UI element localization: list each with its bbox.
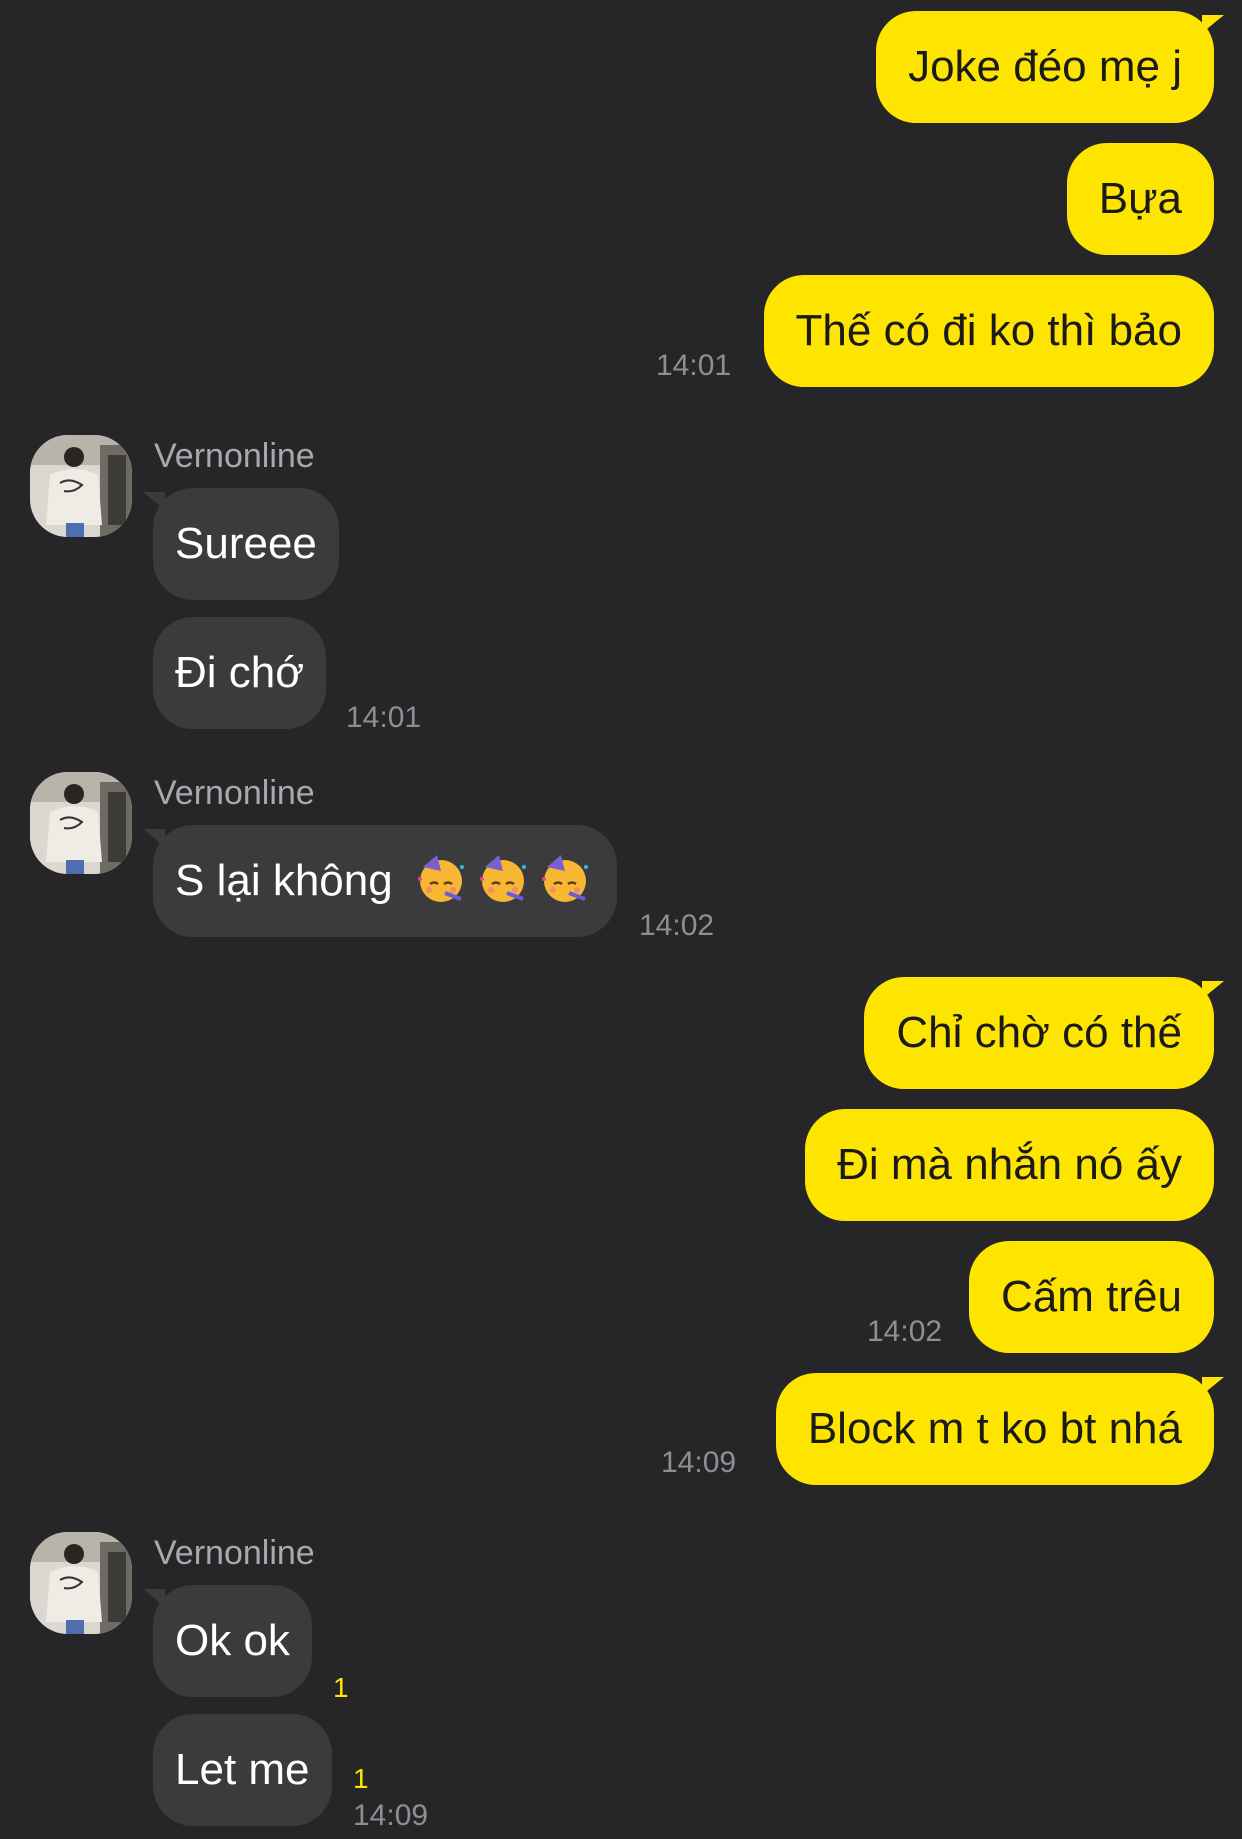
partying-face-emoji-icon bbox=[415, 853, 467, 905]
message-timestamp: 14:09 bbox=[661, 1446, 737, 1479]
message-text: Thế có đi ko thì bảo bbox=[795, 306, 1182, 355]
unread-count: 1 bbox=[353, 1763, 369, 1794]
unread-count: 1 bbox=[333, 1672, 349, 1703]
message-text: Bựa bbox=[1098, 174, 1182, 223]
message-bubble-outgoing[interactable]: Cấm trêu bbox=[969, 1241, 1214, 1353]
message-text: Cấm trêu bbox=[1001, 1272, 1182, 1321]
message-text: Chỉ chờ có thế bbox=[896, 1008, 1182, 1057]
message-text: Ok ok bbox=[175, 1616, 290, 1665]
message-bubble-outgoing[interactable]: Joke đéo mẹ j bbox=[876, 11, 1224, 123]
message-bubble-incoming[interactable]: Ok ok bbox=[143, 1585, 312, 1697]
sender-avatar[interactable] bbox=[30, 772, 132, 874]
message-timestamp: 14:02 bbox=[867, 1315, 943, 1348]
message-timestamp: 14:01 bbox=[346, 701, 422, 734]
message-timestamp: 14:02 bbox=[639, 909, 715, 942]
message-text: S lại không bbox=[175, 856, 393, 905]
message-timestamp: 14:01 bbox=[656, 349, 732, 382]
sender-avatar[interactable] bbox=[30, 1532, 132, 1634]
message-text: Đi chớ bbox=[175, 648, 305, 697]
message-bubble-outgoing[interactable]: Thế có đi ko thì bảo bbox=[763, 275, 1214, 387]
partying-face-emoji-icon bbox=[539, 853, 591, 905]
message-text: Let me bbox=[175, 1745, 310, 1794]
partying-face-emoji-icon bbox=[477, 853, 529, 905]
message-bubble-outgoing[interactable]: Chỉ chờ có thế bbox=[864, 977, 1224, 1089]
message-bubble-outgoing[interactable]: Đi mà nhắn nó ấy bbox=[805, 1109, 1214, 1221]
sender-name: Vernonline bbox=[154, 437, 315, 475]
message-text: Joke đéo mẹ j bbox=[908, 42, 1182, 91]
sender-name: Vernonline bbox=[154, 1534, 315, 1572]
message-bubble-outgoing[interactable]: Bựa bbox=[1066, 143, 1214, 255]
sender-avatar[interactable] bbox=[30, 435, 132, 537]
message-bubble-incoming[interactable]: Đi chớ bbox=[153, 617, 327, 729]
message-bubble-incoming[interactable]: S lại không bbox=[143, 825, 617, 937]
message-timestamp: 14:09 bbox=[353, 1799, 429, 1832]
avatar-photo-icon bbox=[30, 1532, 132, 1634]
avatar-photo-icon bbox=[30, 435, 132, 537]
message-text: Đi mà nhắn nó ấy bbox=[837, 1140, 1182, 1189]
message-text: Block m t ko bt nhá bbox=[807, 1404, 1182, 1453]
message-bubble-outgoing[interactable]: Block m t ko bt nhá bbox=[775, 1373, 1224, 1485]
message-text: Sureee bbox=[175, 519, 317, 568]
message-bubble-incoming[interactable]: Let me bbox=[153, 1714, 332, 1826]
message-bubble-incoming[interactable]: Sureee bbox=[143, 488, 339, 600]
sender-name: Vernonline bbox=[154, 774, 315, 812]
avatar-photo-icon bbox=[30, 772, 132, 874]
